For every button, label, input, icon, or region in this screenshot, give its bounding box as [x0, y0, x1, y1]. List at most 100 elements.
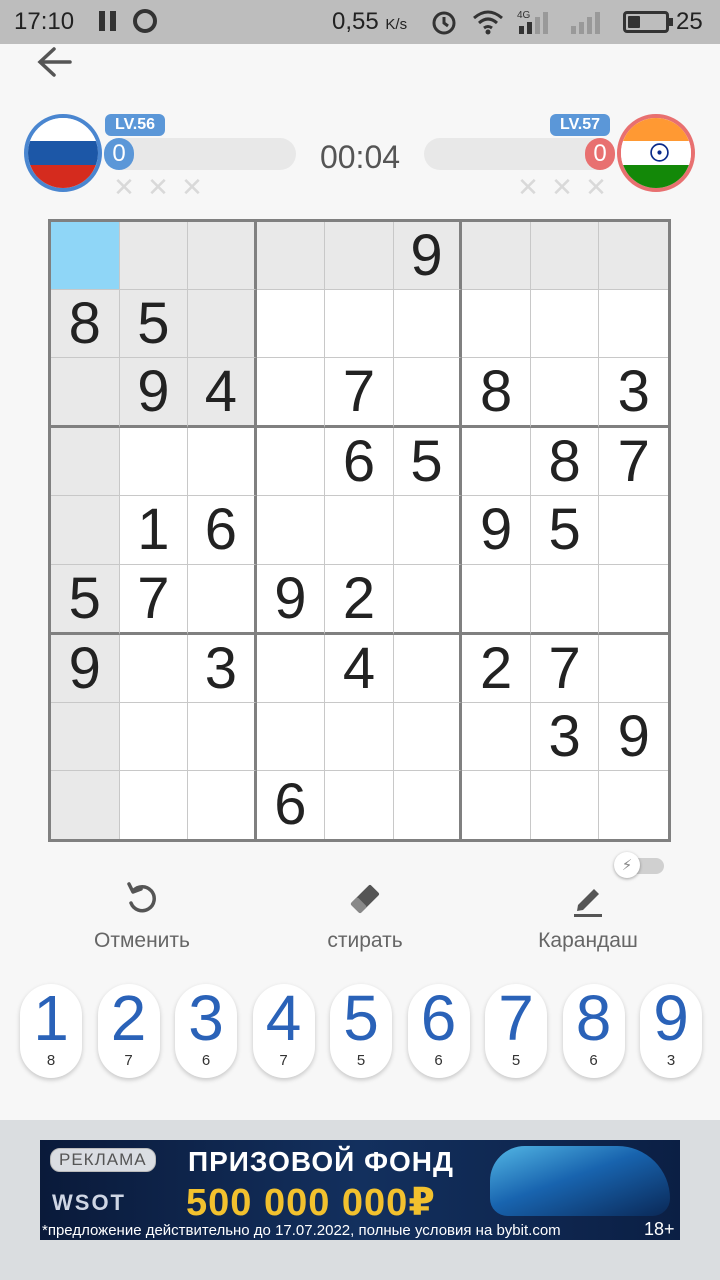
sudoku-cell-r9c6[interactable] [394, 770, 463, 839]
sudoku-cell-r5c6[interactable] [393, 496, 463, 565]
sudoku-cell-r2c5[interactable] [325, 290, 394, 359]
sudoku-cell-r7c3[interactable]: 3 [188, 634, 257, 703]
sudoku-cell-r7c5[interactable]: 4 [325, 634, 394, 703]
sudoku-cell-r6c6[interactable] [393, 564, 463, 635]
sudoku-cell-r8c7[interactable] [462, 702, 531, 771]
sudoku-cell-r1c9[interactable] [599, 222, 668, 291]
sudoku-cell-r9c2[interactable] [120, 770, 189, 839]
sudoku-cell-r9c9[interactable] [599, 771, 668, 839]
sudoku-cell-r5c3[interactable]: 6 [188, 496, 257, 565]
sudoku-cell-r1c2[interactable] [119, 222, 189, 291]
sudoku-cell-r2c9[interactable] [599, 290, 668, 359]
number-key-6[interactable]: 66 [407, 984, 470, 1078]
sudoku-cell-r4c6[interactable]: 5 [393, 428, 463, 497]
sudoku-cell-r2c7[interactable] [462, 290, 531, 359]
sudoku-cell-r5c5[interactable] [325, 496, 394, 565]
number-key-2[interactable]: 27 [97, 984, 160, 1078]
number-key-8[interactable]: 86 [562, 984, 625, 1078]
sudoku-cell-r4c9[interactable]: 7 [599, 428, 668, 497]
sudoku-cell-r9c4[interactable]: 6 [257, 770, 326, 839]
sudoku-cell-r6c2[interactable]: 7 [119, 564, 189, 635]
sudoku-cell-r1c8[interactable] [530, 222, 600, 291]
sudoku-cell-r1c3[interactable] [188, 222, 257, 291]
sudoku-cell-r6c9[interactable] [599, 565, 668, 635]
sudoku-cell-r4c2[interactable] [119, 428, 189, 497]
number-key-7[interactable]: 75 [485, 984, 547, 1078]
sudoku-cell-r6c3[interactable] [188, 564, 257, 635]
sudoku-cell-r2c2[interactable]: 5 [119, 290, 189, 359]
sudoku-cell-r9c5[interactable] [325, 770, 394, 839]
sudoku-cell-r6c8[interactable] [530, 564, 600, 635]
sudoku-cell-r3c4[interactable] [256, 358, 326, 429]
sudoku-cell-r2c4[interactable] [256, 290, 326, 359]
sudoku-cell-r7c7[interactable]: 2 [462, 634, 531, 703]
sudoku-cell-r2c6[interactable] [393, 290, 463, 359]
sudoku-cell-r8c6[interactable] [393, 702, 463, 771]
sudoku-cell-r8c9[interactable]: 9 [599, 703, 668, 771]
sudoku-cell-r1c1[interactable] [51, 222, 120, 291]
sudoku-cell-r3c2[interactable]: 9 [119, 358, 189, 429]
sudoku-cell-r6c4[interactable]: 9 [256, 564, 326, 635]
erase-button[interactable]: стирать [275, 879, 455, 959]
sudoku-cell-r6c5[interactable]: 2 [325, 564, 394, 635]
sudoku-cell-r4c1[interactable] [51, 428, 120, 497]
number-key-3[interactable]: 36 [175, 984, 237, 1078]
sudoku-cell-r3c5[interactable]: 7 [325, 358, 394, 429]
sudoku-cell-r9c8[interactable] [531, 770, 600, 839]
sudoku-cell-r8c5[interactable] [325, 702, 394, 771]
sudoku-cell-r5c9[interactable] [599, 496, 668, 565]
sudoku-cell-r1c4[interactable] [256, 222, 326, 291]
sudoku-cell-r7c2[interactable] [119, 634, 189, 703]
sudoku-cell-r3c6[interactable] [393, 358, 463, 429]
sudoku-cell-r8c1[interactable] [51, 702, 120, 771]
sudoku-cell-r8c3[interactable] [188, 702, 257, 771]
number-key-5[interactable]: 55 [330, 984, 392, 1078]
sudoku-cell-r9c1[interactable] [51, 770, 120, 839]
sudoku-cell-r4c7[interactable] [462, 428, 531, 497]
sudoku-cell-r7c9[interactable] [599, 635, 668, 703]
undo-button[interactable]: Отменить [52, 879, 232, 959]
auto-mode-toggle[interactable]: ⚡ [614, 852, 666, 878]
ad-banner[interactable]: РЕКЛАМА WSOT ПРИЗОВОЙ ФОНД 500 000 000₽ … [40, 1140, 680, 1240]
sudoku-cell-r2c3[interactable] [188, 290, 257, 359]
number-key-9[interactable]: 93 [640, 984, 702, 1078]
sudoku-cell-r7c1[interactable]: 9 [51, 634, 120, 703]
sudoku-cell-r5c1[interactable] [51, 496, 120, 565]
sudoku-cell-r9c7[interactable] [462, 770, 531, 839]
sudoku-cell-r3c3[interactable]: 4 [188, 358, 257, 429]
sudoku-cell-r6c7[interactable] [462, 564, 531, 635]
sudoku-cell-r3c1[interactable] [51, 358, 120, 429]
sudoku-cell-r2c8[interactable] [530, 290, 600, 359]
number-key-digit: 3 [188, 982, 224, 1054]
cellular-signal-icon: 4G [517, 10, 548, 34]
sudoku-cell-r3c9[interactable]: 3 [599, 358, 668, 429]
sudoku-cell-r4c8[interactable]: 8 [530, 428, 600, 497]
sudoku-cell-r1c7[interactable] [462, 222, 531, 291]
back-arrow-icon[interactable] [30, 44, 82, 84]
sudoku-cell-r4c4[interactable] [256, 428, 326, 497]
sudoku-cell-r3c8[interactable] [530, 358, 600, 429]
sudoku-cell-r9c3[interactable] [188, 770, 257, 839]
sudoku-cell-r1c5[interactable] [325, 222, 394, 291]
sudoku-cell-r8c2[interactable] [119, 702, 189, 771]
number-key-4[interactable]: 47 [252, 984, 315, 1078]
sudoku-cell-r2c1[interactable]: 8 [51, 290, 120, 359]
sudoku-cell-r8c8[interactable]: 3 [530, 702, 600, 771]
sudoku-cell-r7c8[interactable]: 7 [530, 634, 600, 703]
number-key-1[interactable]: 18 [20, 984, 82, 1078]
sudoku-cell-r1c6[interactable]: 9 [393, 222, 463, 291]
sudoku-cell-r5c2[interactable]: 1 [119, 496, 189, 565]
sudoku-cell-r8c4[interactable] [256, 702, 326, 771]
sudoku-cell-r4c5[interactable]: 6 [325, 428, 394, 497]
sudoku-cell-r5c8[interactable]: 5 [530, 496, 600, 565]
sudoku-cell-r3c7[interactable]: 8 [462, 358, 531, 429]
sudoku-cell-r4c3[interactable] [188, 428, 257, 497]
status-time: 17:10 [14, 8, 75, 35]
sudoku-cell-r7c4[interactable] [256, 634, 326, 703]
sudoku-cell-r5c7[interactable]: 9 [462, 496, 531, 565]
sudoku-cell-r6c1[interactable]: 5 [51, 564, 120, 635]
sudoku-cell-r7c6[interactable] [393, 634, 463, 703]
pencil-button[interactable]: Карандаш [498, 879, 678, 959]
cellular-signal-icon [571, 12, 600, 34]
sudoku-cell-r5c4[interactable] [256, 496, 326, 565]
